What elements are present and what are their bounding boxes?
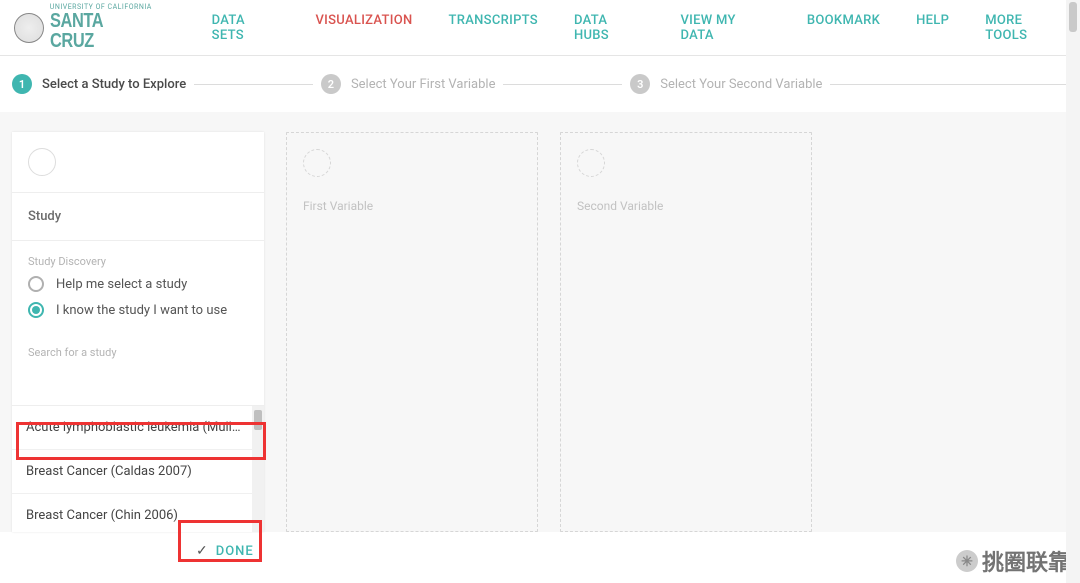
study-panel-head — [12, 132, 264, 193]
logo[interactable]: UNIVERSITY OF CALIFORNIA SANTA CRUZ — [14, 4, 172, 51]
nav-bookmark[interactable]: BOOKMARK — [807, 13, 880, 43]
study-results-list[interactable]: Acute lymphoblastic leukemia (Mull… Brea… — [12, 405, 264, 532]
logo-seal-icon — [14, 13, 44, 43]
nav-visualization[interactable]: VISUALIZATION — [315, 13, 412, 43]
study-panel: Study Study Discovery Help me select a s… — [12, 132, 264, 532]
logo-bottom: SANTA CRUZ — [50, 11, 150, 51]
step-1-label: Select a Study to Explore — [42, 77, 186, 92]
radio-know-study[interactable]: I know the study I want to use — [28, 302, 248, 318]
step-1-badge: 1 — [12, 74, 32, 94]
step-3-badge: 3 — [630, 74, 650, 94]
step-2[interactable]: 2 Select Your First Variable — [321, 74, 496, 94]
done-button[interactable]: ✓ DONE — [180, 533, 270, 569]
study-result-item[interactable]: Breast Cancer (Chin 2006) — [12, 494, 264, 532]
second-variable-panel: Second Variable — [560, 132, 812, 532]
ghost-head — [561, 133, 811, 193]
second-variable-label: Second Variable — [561, 193, 811, 229]
step-divider — [830, 84, 1068, 85]
first-variable-label: First Variable — [287, 193, 537, 229]
study-panel-title: Study — [12, 193, 264, 241]
nav-transcripts[interactable]: TRANSCRIPTS — [449, 13, 538, 43]
first-variable-panel: First Variable — [286, 132, 538, 532]
ghost-circle-icon — [577, 149, 605, 177]
watermark-text: 挑圈联靠 — [982, 545, 1070, 577]
scrollbar[interactable] — [252, 406, 264, 532]
study-discovery-label: Study Discovery — [28, 255, 248, 268]
radio-icon — [28, 302, 44, 318]
step-divider — [194, 84, 313, 85]
study-result-item[interactable]: Breast Cancer (Caldas 2007) — [12, 450, 264, 494]
study-search-label: Search for a study — [12, 338, 264, 365]
radio-help-select[interactable]: Help me select a study — [28, 276, 248, 292]
step-divider — [503, 84, 622, 85]
nav-datahubs[interactable]: DATA HUBS — [574, 13, 645, 43]
watermark: ✳ 挑圈联靠 — [956, 545, 1070, 577]
wechat-icon: ✳ — [956, 550, 978, 572]
nav-datasets[interactable]: DATA SETS — [212, 13, 280, 43]
done-label: DONE — [216, 544, 254, 559]
study-result-item[interactable]: Acute lymphoblastic leukemia (Mull… — [12, 406, 264, 450]
step-2-badge: 2 — [321, 74, 341, 94]
step-3-label: Select Your Second Variable — [660, 77, 822, 92]
step-3[interactable]: 3 Select Your Second Variable — [630, 74, 822, 94]
page-scrollbar[interactable] — [1066, 0, 1080, 583]
nav: DATA SETS VISUALIZATION TRANSCRIPTS DATA… — [212, 13, 1066, 43]
step-2-label: Select Your First Variable — [351, 77, 496, 92]
nav-moretools[interactable]: MORE TOOLS — [985, 13, 1066, 43]
nav-help[interactable]: HELP — [916, 13, 949, 43]
step-bar: 1 Select a Study to Explore 2 Select You… — [0, 56, 1080, 112]
radio-label: Help me select a study — [56, 277, 187, 292]
study-discovery: Study Discovery Help me select a study I… — [12, 241, 264, 338]
ghost-head — [287, 133, 537, 193]
study-avatar-placeholder-icon — [28, 148, 56, 176]
header: UNIVERSITY OF CALIFORNIA SANTA CRUZ DATA… — [0, 0, 1080, 56]
radio-label: I know the study I want to use — [56, 303, 227, 318]
logo-text: UNIVERSITY OF CALIFORNIA SANTA CRUZ — [50, 4, 172, 51]
nav-viewmydata[interactable]: VIEW MY DATA — [680, 13, 770, 43]
step-1[interactable]: 1 Select a Study to Explore — [12, 74, 186, 94]
ghost-circle-icon — [303, 149, 331, 177]
radio-icon — [28, 276, 44, 292]
check-icon: ✓ — [196, 543, 208, 559]
main: Study Study Discovery Help me select a s… — [0, 112, 1080, 532]
